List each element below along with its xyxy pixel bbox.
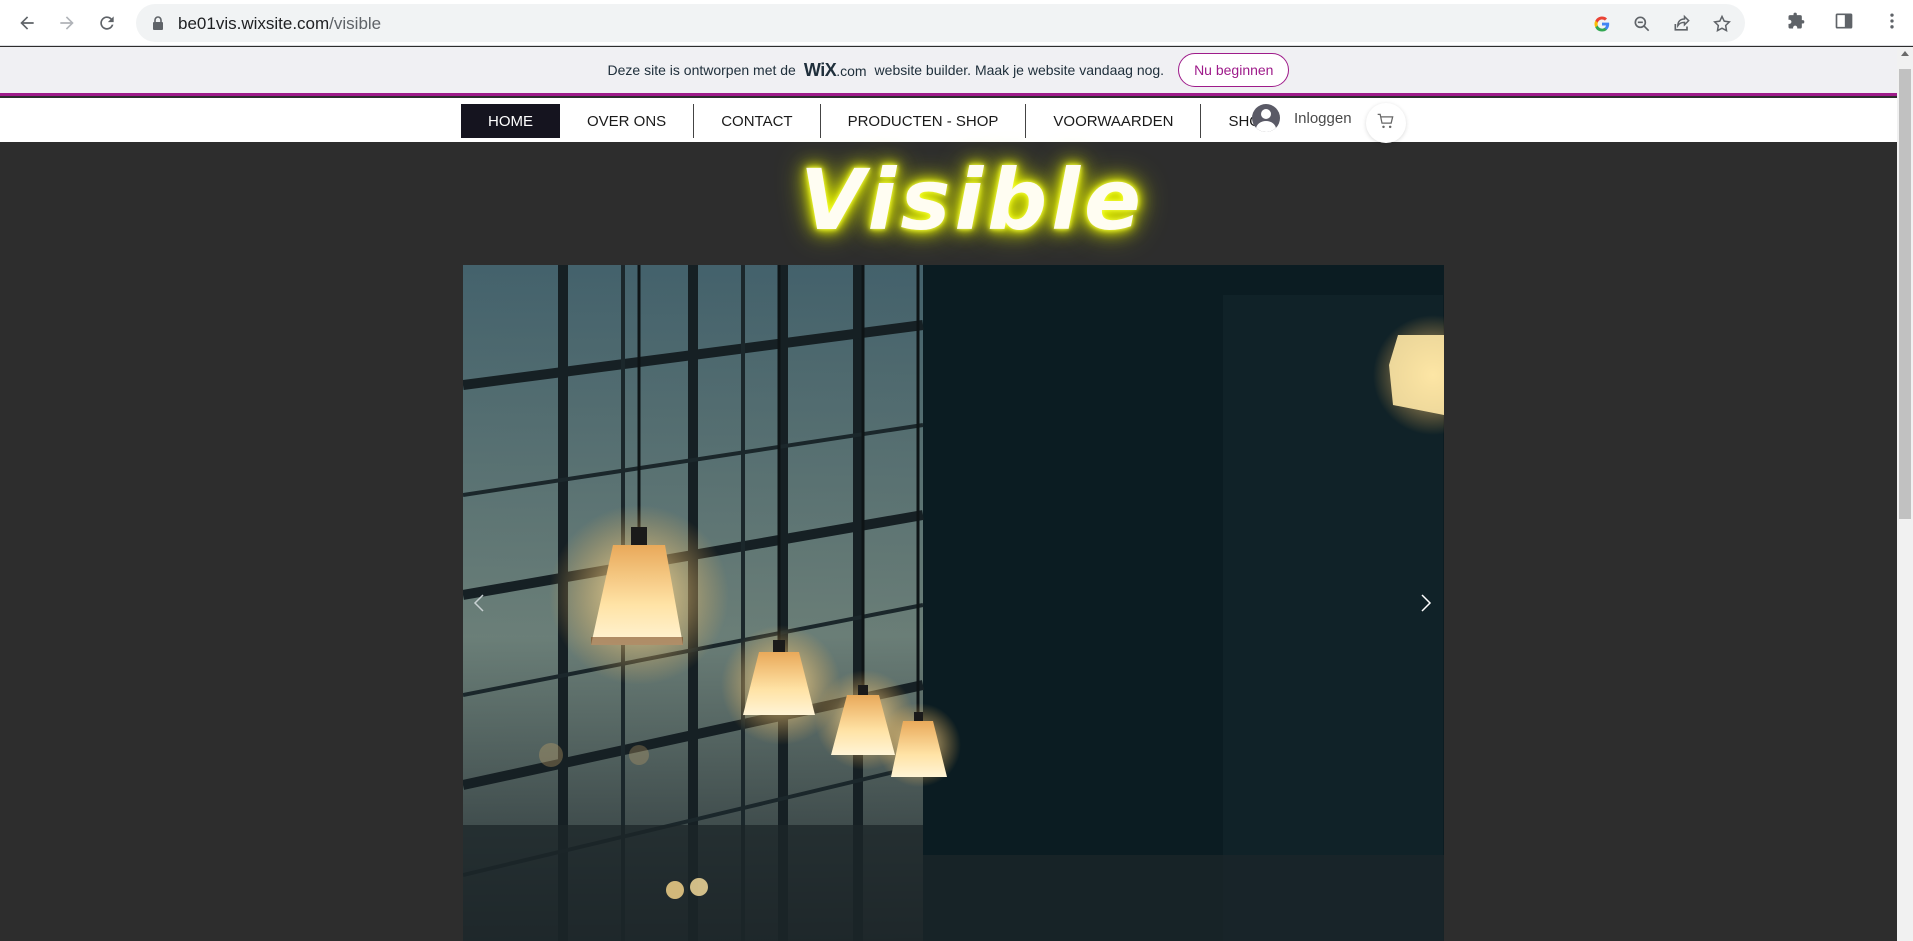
scrollbar-thumb[interactable] (1899, 69, 1911, 519)
hero-image (463, 265, 1444, 941)
share-icon[interactable] (1671, 13, 1693, 35)
star-icon[interactable] (1711, 13, 1733, 35)
menu-dots-icon[interactable] (1881, 9, 1903, 33)
scroll-up-icon[interactable] (1901, 51, 1909, 56)
cart-icon[interactable] (1376, 111, 1396, 136)
login-label[interactable]: Inloggen (1294, 110, 1352, 127)
wix-logo-mark: WiX (803, 59, 837, 80)
extensions-icon[interactable] (1785, 9, 1807, 33)
menu-item-contact[interactable]: CONTACT (694, 104, 821, 138)
wix-banner-text-before: Deze site is ontworpen met de (607, 62, 796, 78)
browser-toolbar: be01vis.wixsite.com/visible (0, 0, 1913, 46)
chevron-left-icon[interactable] (472, 593, 486, 618)
hero-slideshow (463, 265, 1444, 941)
address-bar[interactable]: be01vis.wixsite.com/visible (136, 4, 1745, 42)
side-panel-icon[interactable] (1833, 9, 1855, 33)
menu-item-over-ons[interactable]: OVER ONS (560, 104, 695, 138)
main-menu: HOME OVER ONS CONTACT PRODUCTEN - SHOP V… (461, 104, 1279, 138)
wix-logo-suffix: .com (836, 62, 867, 79)
wix-banner-text-after: website builder. Maak je website vandaag… (874, 62, 1165, 78)
start-now-button[interactable]: Nu beginnen (1178, 53, 1290, 87)
site-header: HOME OVER ONS CONTACT PRODUCTEN - SHOP V… (0, 98, 1897, 142)
slideshow-next-button[interactable] (1414, 590, 1438, 620)
url-path: /visible (329, 14, 382, 33)
site-logo[interactable]: Visible (800, 150, 1141, 250)
google-icon[interactable] (1591, 13, 1613, 35)
wix-promo-banner: Deze site is ontworpen met de WiX .com we… (0, 47, 1897, 96)
chevron-right-icon[interactable] (1419, 593, 1433, 618)
wix-logo[interactable]: WiX .com (804, 60, 867, 81)
cart-button[interactable] (1366, 103, 1406, 143)
lock-icon[interactable] (150, 15, 166, 31)
page-scrollbar[interactable] (1897, 47, 1913, 941)
forward-icon[interactable] (53, 9, 81, 37)
slideshow-prev-button[interactable] (467, 590, 491, 620)
menu-item-home[interactable]: HOME (461, 104, 560, 138)
avatar-icon[interactable] (1252, 104, 1280, 132)
menu-item-producten-shop[interactable]: PRODUCTEN - SHOP (821, 104, 1027, 138)
zoom-out-icon[interactable] (1631, 13, 1653, 35)
menu-item-voorwaarden[interactable]: VOORWAARDEN (1026, 104, 1202, 138)
url-host: be01vis.wixsite.com (178, 14, 330, 33)
login-button[interactable]: Inloggen (1252, 104, 1352, 132)
reload-icon[interactable] (93, 9, 121, 37)
url-text: be01vis.wixsite.com/visible (178, 14, 381, 34)
back-icon[interactable] (13, 9, 41, 37)
